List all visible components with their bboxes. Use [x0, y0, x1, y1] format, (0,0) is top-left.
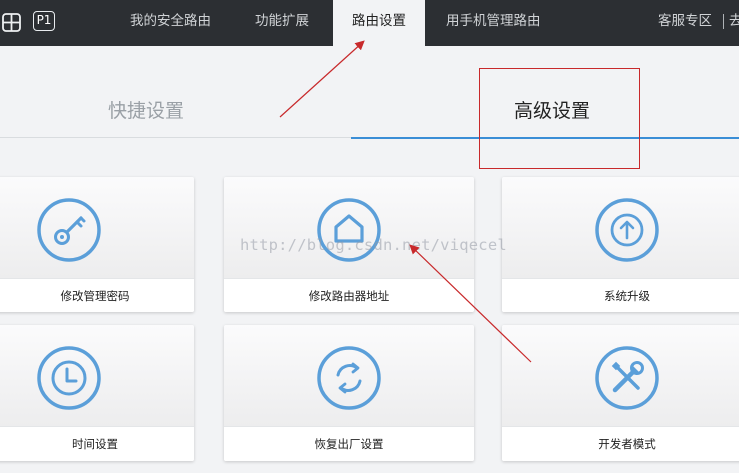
annotation-arrow: [409, 244, 532, 363]
annotation-arrow: [279, 40, 365, 118]
annotation-arrows: [279, 40, 532, 363]
